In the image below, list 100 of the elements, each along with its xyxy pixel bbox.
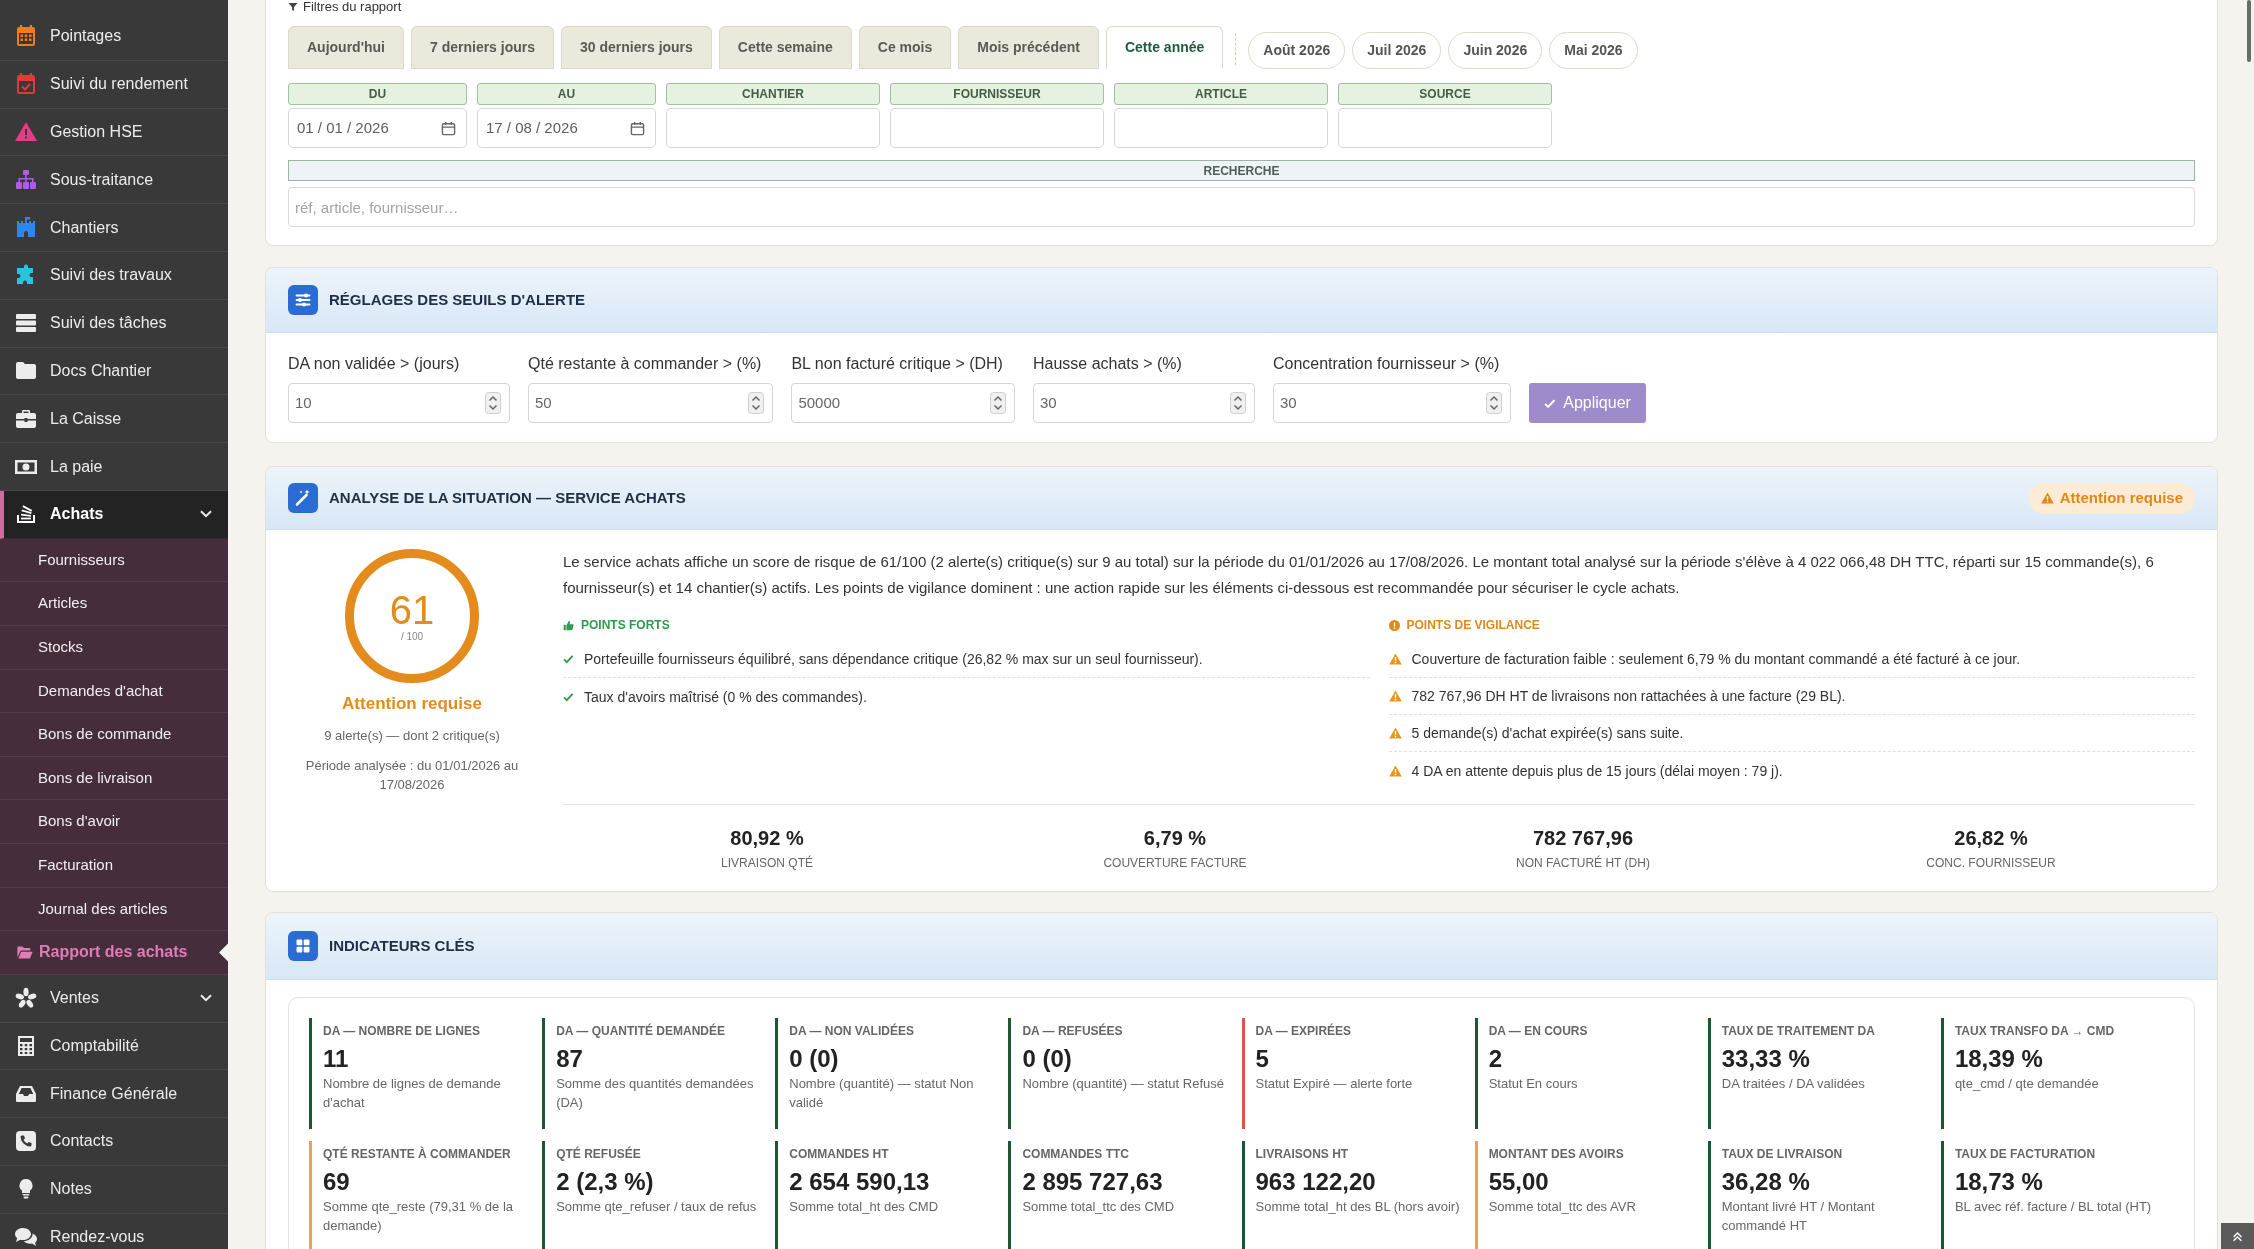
- field-label: BL non facturé critique > (DH): [791, 354, 1004, 374]
- folder-open-icon: [17, 945, 33, 959]
- period-tab[interactable]: Aujourd'hui: [288, 26, 404, 69]
- kpi-label: DA — REFUSÉES: [1022, 1023, 1124, 1039]
- filter-title: Filtres du rapport: [303, 0, 402, 14]
- month-chip[interactable]: Juin 2026: [1448, 32, 1543, 69]
- kpi-label: TAUX DE LIVRAISON: [1721, 1146, 1844, 1162]
- score-status: Attention requise: [342, 694, 482, 714]
- warning-text: 782 767,96 DH HT de livraisons non rattachées à une facture (29 BL).: [1411, 687, 1846, 705]
- submenu-item[interactable]: Fournisseurs: [0, 538, 228, 583]
- submenu-item[interactable]: Articles: [0, 582, 228, 626]
- month-chip[interactable]: Août 2026: [1248, 32, 1346, 69]
- submenu-item[interactable]: Demandes d'achat: [0, 669, 228, 714]
- check-icon: [1544, 397, 1557, 409]
- warning-icon: [1388, 653, 1402, 665]
- list-heading: POINTS FORTS: [581, 617, 670, 634]
- text-field[interactable]: [1114, 108, 1328, 148]
- warning-icon: [14, 120, 38, 144]
- sidebar-item[interactable]: Suivi des travaux: [0, 252, 228, 300]
- submenu-item[interactable]: Bons de livraison: [0, 756, 228, 801]
- field-label: Concentration fournisseur > (%): [1272, 354, 1501, 374]
- number-field[interactable]: 30: [1032, 383, 1255, 423]
- number-field[interactable]: 30: [1272, 383, 1512, 423]
- period-tab[interactable]: 30 derniers jours: [561, 26, 712, 69]
- check-icon: [563, 691, 574, 702]
- period-tab[interactable]: 7 derniers jours: [411, 26, 555, 69]
- sidebar-item[interactable]: Gestion HSE: [0, 108, 228, 157]
- score-scale: / 100: [400, 631, 424, 643]
- month-chip[interactable]: Mai 2026: [1549, 32, 1638, 69]
- text-field[interactable]: [890, 108, 1104, 148]
- kpi-value: 55,00: [1488, 1167, 1550, 1197]
- submenu-item[interactable]: Stocks: [0, 625, 228, 670]
- warning-icon: [1388, 690, 1402, 702]
- sidebar-item[interactable]: La paie: [0, 443, 228, 491]
- stat-value: 6,79 %: [1143, 826, 1207, 850]
- text-field[interactable]: [666, 108, 880, 148]
- month-chip[interactable]: Juil 2026: [1352, 32, 1442, 69]
- score-value: 61: [389, 589, 435, 631]
- sidebar-item[interactable]: Suivi du rendement: [0, 60, 228, 109]
- warning-text: 4 DA en attente depuis plus de 15 jours (délai moyen : 79 j).: [1411, 761, 1783, 780]
- spinner-icon: [1229, 392, 1246, 414]
- sidebar-item[interactable]: Suivi des tâches: [0, 299, 228, 348]
- sidebar-item[interactable]: Ventes: [0, 974, 228, 1023]
- sidebar-item[interactable]: La Caisse: [0, 395, 228, 444]
- submenu-item[interactable]: Facturation: [0, 843, 228, 888]
- kpi-label: DA — NOMBRE DE LIGNES: [323, 1023, 481, 1039]
- kpi-description: Statut Expiré — alerte forte: [1255, 1075, 1413, 1093]
- kpi-value: 0 (0): [789, 1044, 840, 1074]
- kpi-description: Nombre de lignes de demande d'achat: [323, 1075, 502, 1112]
- number-field[interactable]: 10: [288, 383, 510, 423]
- kpi-description: Statut En cours: [1488, 1075, 1579, 1093]
- date-field[interactable]: 01 / 01 / 2026: [288, 108, 467, 148]
- number-field[interactable]: 50000: [791, 383, 1015, 423]
- kpi-value: 11: [323, 1044, 350, 1074]
- period-tab[interactable]: Mois précédent: [958, 26, 1099, 69]
- grid-icon: [288, 931, 318, 961]
- submenu-item[interactable]: Bons d'avoir: [0, 800, 228, 844]
- back-to-top-button[interactable]: [2221, 1223, 2254, 1249]
- sidebar-item[interactable]: Finance Générale: [0, 1070, 228, 1119]
- field-label: ARTICLE: [1114, 83, 1328, 105]
- sidebar-item[interactable]: Pointages: [0, 13, 228, 61]
- scrollbar-thumb[interactable]: [2247, 0, 2251, 62]
- submenu-item[interactable]: Rapport des achats: [0, 931, 228, 975]
- kpi-label: QTÉ REFUSÉE: [556, 1146, 642, 1162]
- sidebar-item[interactable]: Notes: [0, 1165, 228, 1214]
- sidebar-item[interactable]: Achats: [0, 490, 228, 539]
- kpi-value: 2 (2,3 %): [556, 1167, 655, 1197]
- sidebar-item[interactable]: Contacts: [0, 1118, 228, 1166]
- sidebar-item[interactable]: Chantiers: [0, 204, 228, 252]
- text-field[interactable]: [1338, 108, 1552, 148]
- kpi-description: Nombre (quantité) — statut Non validé: [789, 1075, 975, 1112]
- kpi-value: 0 (0): [1022, 1044, 1073, 1074]
- search-field[interactable]: réf, article, fournisseur…: [288, 187, 2195, 227]
- sidebar-item[interactable]: Comptabilité: [0, 1022, 228, 1071]
- sidebar-item[interactable]: Docs Chantier: [0, 347, 228, 396]
- stat-label: COUVERTURE FACTURE: [1103, 856, 1247, 870]
- kpi-value: 36,28 %: [1721, 1167, 1811, 1197]
- period-tab[interactable]: Cette année: [1105, 26, 1224, 69]
- burst-icon: [14, 986, 38, 1011]
- sidebar-item[interactable]: Sous-traitance: [0, 156, 228, 205]
- thumbs-up-icon: [563, 619, 574, 631]
- period-tab[interactable]: Ce mois: [858, 26, 952, 69]
- stat-value: 782 767,96: [1532, 826, 1634, 850]
- stat-value: 26,82 %: [1954, 826, 2028, 850]
- number-field[interactable]: 50: [528, 383, 774, 423]
- date-field[interactable]: 17 / 08 / 2026: [477, 108, 656, 148]
- kpi-description: Somme total_ht des CMD: [789, 1198, 939, 1216]
- list-heading: POINTS DE VIGILANCE: [1406, 617, 1540, 634]
- submenu-item[interactable]: Bons de commande: [0, 713, 228, 757]
- submenu-item[interactable]: Journal des articles: [0, 887, 228, 932]
- kpi-description: qte_cmd / qte demandée: [1954, 1075, 2100, 1093]
- chevron-down-icon: [200, 994, 212, 1003]
- sidebar-item[interactable]: Rendez-vous: [0, 1213, 228, 1249]
- stat-label: NON FACTURÉ HT (DH): [1516, 856, 1650, 870]
- calendar-check-icon: [14, 72, 38, 97]
- status-text: Attention requise: [2059, 487, 2183, 508]
- period-tab[interactable]: Cette semaine: [718, 26, 852, 69]
- kpi-label: LIVRAISONS HT: [1255, 1146, 1350, 1162]
- kpi-label: DA — EXPIRÉES: [1255, 1023, 1353, 1039]
- field-label: CHANTIER: [666, 83, 880, 105]
